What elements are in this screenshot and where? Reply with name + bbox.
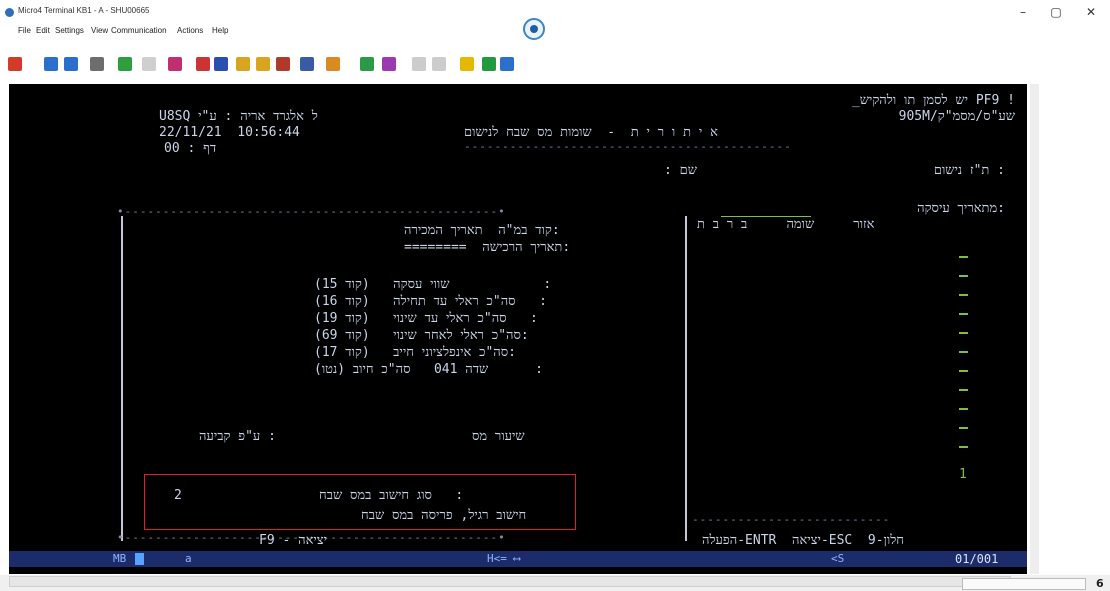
fixed-label: ע"פ קביעה : xyxy=(199,429,276,444)
row-marker xyxy=(959,427,968,429)
row-marker xyxy=(959,446,968,448)
page-label: 00 : דף xyxy=(164,141,217,156)
menu-actions[interactable]: Actions xyxy=(177,26,203,35)
code-row: שדה 041 סה"כ חיוב (נטו) : xyxy=(314,362,543,377)
sale-date-label: קוד במ"ה תאריך המכירה: xyxy=(404,223,560,238)
vertical-scrollbar[interactable] xyxy=(1030,84,1039,574)
toolbar-button-icon[interactable] xyxy=(432,57,446,71)
row-marker xyxy=(959,389,968,391)
app-icon xyxy=(5,8,14,17)
toolbar-button-icon[interactable] xyxy=(44,57,58,71)
page-number: 6 xyxy=(1096,577,1104,590)
cursor-block xyxy=(135,553,144,565)
toolbar-button-icon[interactable] xyxy=(276,57,290,71)
footer-left: F9 - יציאה xyxy=(259,533,328,548)
menu-view[interactable]: View xyxy=(91,26,108,35)
row-marker xyxy=(959,294,968,296)
menu-settings[interactable]: Settings xyxy=(55,26,84,35)
toolbar-button-icon[interactable] xyxy=(360,57,374,71)
toolbar xyxy=(0,52,1110,80)
status-s-indicator: <S xyxy=(831,552,845,565)
menu-file[interactable]: File xyxy=(18,26,31,35)
status-position: 01/001 xyxy=(955,552,999,566)
toolbar-button-icon[interactable] xyxy=(196,57,210,71)
calc-type-desc: חישוב רגיל, פריסה במס שבח xyxy=(361,508,527,523)
row-marker xyxy=(959,275,968,277)
toolbar-button-icon[interactable] xyxy=(300,57,314,71)
row-marker xyxy=(959,332,968,334)
keyboard-status-icon xyxy=(962,578,1086,590)
toolbar-button-icon[interactable] xyxy=(382,57,396,71)
purchase-date-label: ======== תאריך הרכישה: xyxy=(404,240,571,255)
green-one: 1 xyxy=(959,467,967,482)
toolbar-button-icon[interactable] xyxy=(256,57,270,71)
menu-edit[interactable]: Edit xyxy=(36,26,50,35)
code-row: (קוד 15) שווי עסקה : xyxy=(314,277,552,292)
instruction-line: _יש לסמן תו ולהקיש PF9 ! xyxy=(851,93,1015,108)
status-session: a xyxy=(185,552,192,565)
close-button[interactable]: ✕ xyxy=(1080,4,1102,20)
tax-rate-label: שיעור מס xyxy=(472,429,525,444)
datetime: 22/11/21 10:56:44 xyxy=(159,125,300,140)
toolbar-button-icon[interactable] xyxy=(64,57,78,71)
title-underline: ----------------------------------------… xyxy=(464,140,792,153)
screen-code: 905M/שע"ס/מסמ"ק xyxy=(898,109,1015,124)
code-row: (קוד 69) סה"כ ראלי לאחר שינוי: xyxy=(314,328,529,343)
footer-right: הפעלה-ENTR יציאה-ESC חלון-9 xyxy=(702,533,904,548)
menu-communication[interactable]: Communication xyxy=(111,26,167,35)
toolbar-button-icon[interactable] xyxy=(214,57,228,71)
toolbar-button-icon[interactable] xyxy=(142,57,156,71)
frame-left xyxy=(121,216,123,541)
name-label: : שם xyxy=(664,163,697,178)
toolbar-button-icon[interactable] xyxy=(412,57,426,71)
toolbar-button-icon[interactable] xyxy=(460,57,474,71)
app-logo-icon xyxy=(523,18,545,40)
right-col-headers: אזור שומה ב ר ב ת xyxy=(697,217,875,232)
toolbar-button-icon[interactable] xyxy=(236,57,250,71)
maximize-button[interactable]: ▢ xyxy=(1045,4,1067,20)
bottom-strip: 6 xyxy=(0,575,1110,591)
toolbar-button-icon[interactable] xyxy=(500,57,514,71)
status-mode: MB xyxy=(113,552,127,565)
calc-type-value[interactable]: 2 xyxy=(174,489,182,503)
toolbar-button-icon[interactable] xyxy=(90,57,104,71)
user-line: U8SQ ל אלגרד אריה : ע"י xyxy=(159,109,318,124)
terminal-screen[interactable]: _יש לסמן תו ולהקיש PF9 ! U8SQ ל אלגרד אר… xyxy=(9,84,1027,574)
code-row: (קוד 16) סה"כ ראלי עד תחילה : xyxy=(314,294,547,309)
calc-type-label: סוג חישוב במס שבח : xyxy=(319,488,464,503)
toolbar-button-icon[interactable] xyxy=(326,57,340,71)
screen-title: א י ת ו ר י ת - שומות מס שבח לנישום xyxy=(464,125,718,140)
toolbar-button-icon[interactable] xyxy=(8,57,22,71)
horizontal-scrollbar[interactable] xyxy=(9,576,1011,587)
row-marker xyxy=(959,256,968,258)
toolbar-button-icon[interactable] xyxy=(482,57,496,71)
row-marker xyxy=(959,370,968,372)
row-marker xyxy=(959,408,968,410)
toolbar-button-icon[interactable] xyxy=(168,57,182,71)
id-label: ת"ז נישום : xyxy=(933,163,1005,178)
trans-date-label: מתאריך עיסקה: xyxy=(917,201,1005,216)
code-row: (קוד 17) סה"כ אינפלציוני חייב: xyxy=(314,345,516,360)
row-marker xyxy=(959,351,968,353)
frame-divider xyxy=(685,216,687,541)
title-bar: Micro4 Terminal KB1 - A - SHU00665 – ▢ ✕ xyxy=(0,0,1110,22)
row-marker xyxy=(959,313,968,315)
toolbar-button-icon[interactable] xyxy=(118,57,132,71)
status-h-indicator: H<= ⟷ xyxy=(487,552,521,565)
status-bar: MB a H<= ⟷ <S 01/001 xyxy=(9,551,1027,567)
menu-bar: File Edit Settings View Communication Ac… xyxy=(0,22,520,38)
code-row: (קוד 19) סה"כ ראלי עד שינוי : xyxy=(314,311,538,326)
frame-top: •---------------------------------------… xyxy=(117,205,506,218)
menu-help[interactable]: Help xyxy=(212,26,228,35)
minimize-button[interactable]: – xyxy=(1012,4,1034,20)
right-bottom-dashes: -------------------------- xyxy=(692,513,891,526)
window-title: Micro4 Terminal KB1 - A - SHU00665 xyxy=(18,6,150,15)
